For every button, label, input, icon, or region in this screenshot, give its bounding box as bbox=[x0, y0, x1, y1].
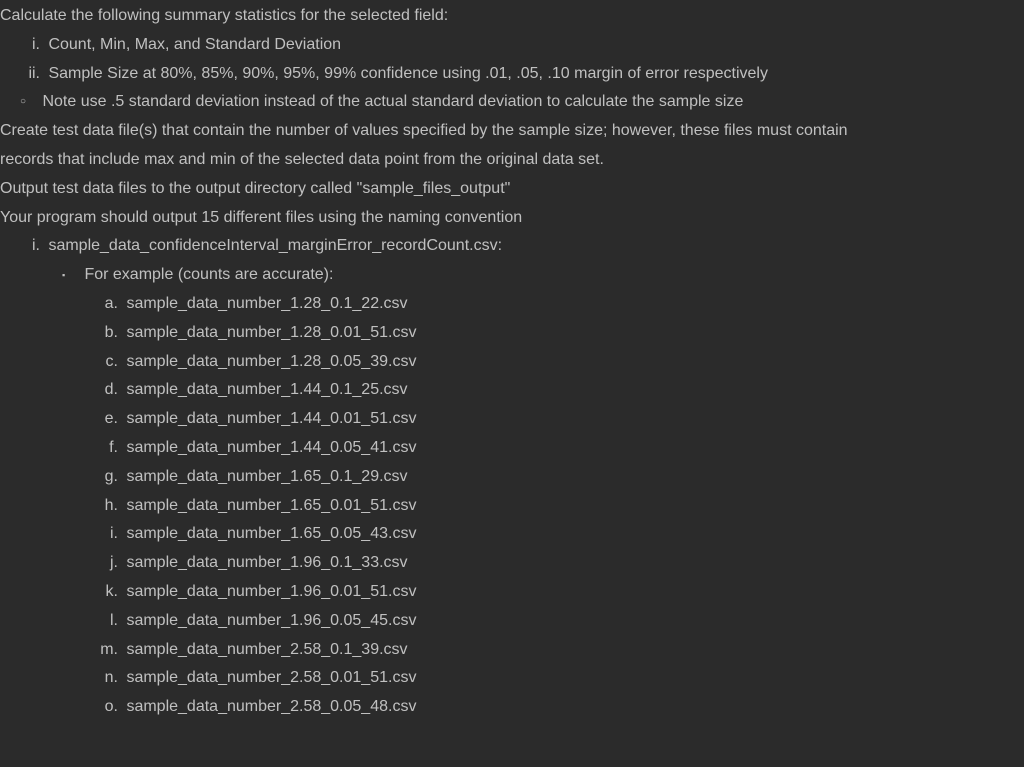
text: records that include max and min of the … bbox=[0, 151, 604, 168]
file-example-item: l. sample_data_number_1.96_0.05_45.csv bbox=[0, 607, 1024, 636]
text: Output test data files to the output dir… bbox=[0, 180, 510, 197]
filename-text: sample_data_number_1.44_0.05_41.csv bbox=[126, 439, 416, 456]
file-example-item: o. sample_data_number_2.58_0.05_48.csv bbox=[0, 693, 1024, 722]
list-marker-letter: d. bbox=[100, 376, 118, 405]
filename-text: sample_data_number_1.28_0.05_39.csv bbox=[126, 353, 416, 370]
filename-text: sample_data_number_1.28_0.1_22.csv bbox=[126, 295, 407, 312]
filename-text: sample_data_number_1.65_0.05_43.csv bbox=[126, 525, 416, 542]
list-marker-letter: e. bbox=[100, 405, 118, 434]
list-marker-letter: g. bbox=[100, 463, 118, 492]
filename-text: sample_data_number_1.28_0.01_51.csv bbox=[126, 324, 416, 341]
list-item: ii. Sample Size at 80%, 85%, 90%, 95%, 9… bbox=[0, 60, 1024, 89]
file-example-item: k. sample_data_number_1.96_0.01_51.csv bbox=[0, 578, 1024, 607]
list-marker-roman: i. bbox=[20, 232, 40, 261]
text: For example (counts are accurate): bbox=[84, 266, 333, 283]
list-marker-letter: k. bbox=[100, 578, 118, 607]
filename-text: sample_data_number_1.44_0.1_25.csv bbox=[126, 381, 407, 398]
list-marker-letter: h. bbox=[100, 492, 118, 521]
text: Create test data file(s) that contain th… bbox=[0, 122, 848, 139]
list-marker-roman: i. bbox=[20, 31, 40, 60]
text: sample_data_confidenceInterval_marginErr… bbox=[48, 237, 502, 254]
text: Calculate the following summary statisti… bbox=[0, 7, 448, 24]
text-line: Your program should output 15 different … bbox=[0, 204, 1024, 233]
text: Sample Size at 80%, 85%, 90%, 95%, 99% c… bbox=[48, 65, 768, 82]
filename-text: sample_data_number_1.65_0.1_29.csv bbox=[126, 468, 407, 485]
list-item: ▪ For example (counts are accurate): bbox=[0, 261, 1024, 290]
text-line: records that include max and min of the … bbox=[0, 146, 1024, 175]
list-marker-letter: c. bbox=[100, 348, 118, 377]
text-line: Create test data file(s) that contain th… bbox=[0, 117, 1024, 146]
list-marker-letter: j. bbox=[100, 549, 118, 578]
file-example-item: m. sample_data_number_2.58_0.1_39.csv bbox=[0, 636, 1024, 665]
list-marker-letter: n. bbox=[100, 664, 118, 693]
filename-text: sample_data_number_1.44_0.01_51.csv bbox=[126, 410, 416, 427]
bullet-square-icon: ▪ bbox=[62, 267, 80, 283]
file-example-item: i. sample_data_number_1.65_0.05_43.csv bbox=[0, 520, 1024, 549]
document-content: Calculate the following summary statisti… bbox=[0, 0, 1024, 722]
list-marker-letter: o. bbox=[100, 693, 118, 722]
list-marker-letter: b. bbox=[100, 319, 118, 348]
list-item: ○ Note use .5 standard deviation instead… bbox=[0, 88, 1024, 117]
text: Note use .5 standard deviation instead o… bbox=[42, 93, 743, 110]
file-example-item: f. sample_data_number_1.44_0.05_41.csv bbox=[0, 434, 1024, 463]
text-line: Output test data files to the output dir… bbox=[0, 175, 1024, 204]
filename-text: sample_data_number_2.58_0.05_48.csv bbox=[126, 698, 416, 715]
file-example-item: e. sample_data_number_1.44_0.01_51.csv bbox=[0, 405, 1024, 434]
filename-text: sample_data_number_2.58_0.01_51.csv bbox=[126, 669, 416, 686]
file-example-item: d. sample_data_number_1.44_0.1_25.csv bbox=[0, 376, 1024, 405]
file-example-item: c. sample_data_number_1.28_0.05_39.csv bbox=[0, 348, 1024, 377]
list-item: i. Count, Min, Max, and Standard Deviati… bbox=[0, 31, 1024, 60]
filename-text: sample_data_number_1.96_0.01_51.csv bbox=[126, 583, 416, 600]
text: Count, Min, Max, and Standard Deviation bbox=[48, 36, 341, 53]
text-line: Calculate the following summary statisti… bbox=[0, 2, 1024, 31]
file-example-item: n. sample_data_number_2.58_0.01_51.csv bbox=[0, 664, 1024, 693]
file-example-item: g. sample_data_number_1.65_0.1_29.csv bbox=[0, 463, 1024, 492]
list-marker-letter: a. bbox=[100, 290, 118, 319]
file-example-item: j. sample_data_number_1.96_0.1_33.csv bbox=[0, 549, 1024, 578]
file-example-item: b. sample_data_number_1.28_0.01_51.csv bbox=[0, 319, 1024, 348]
file-example-item: a. sample_data_number_1.28_0.1_22.csv bbox=[0, 290, 1024, 319]
filename-text: sample_data_number_1.96_0.05_45.csv bbox=[126, 612, 416, 629]
list-marker-letter: m. bbox=[100, 636, 118, 665]
list-item: i. sample_data_confidenceInterval_margin… bbox=[0, 232, 1024, 261]
file-example-item: h. sample_data_number_1.65_0.01_51.csv bbox=[0, 492, 1024, 521]
list-marker-letter: l. bbox=[100, 607, 118, 636]
list-marker-letter: f. bbox=[100, 434, 118, 463]
filename-text: sample_data_number_1.65_0.01_51.csv bbox=[126, 497, 416, 514]
filename-text: sample_data_number_2.58_0.1_39.csv bbox=[126, 641, 407, 658]
list-marker-letter: i. bbox=[100, 520, 118, 549]
bullet-circle-icon: ○ bbox=[20, 93, 38, 111]
text: Your program should output 15 different … bbox=[0, 209, 522, 226]
filename-text: sample_data_number_1.96_0.1_33.csv bbox=[126, 554, 407, 571]
list-marker-roman: ii. bbox=[20, 60, 40, 89]
